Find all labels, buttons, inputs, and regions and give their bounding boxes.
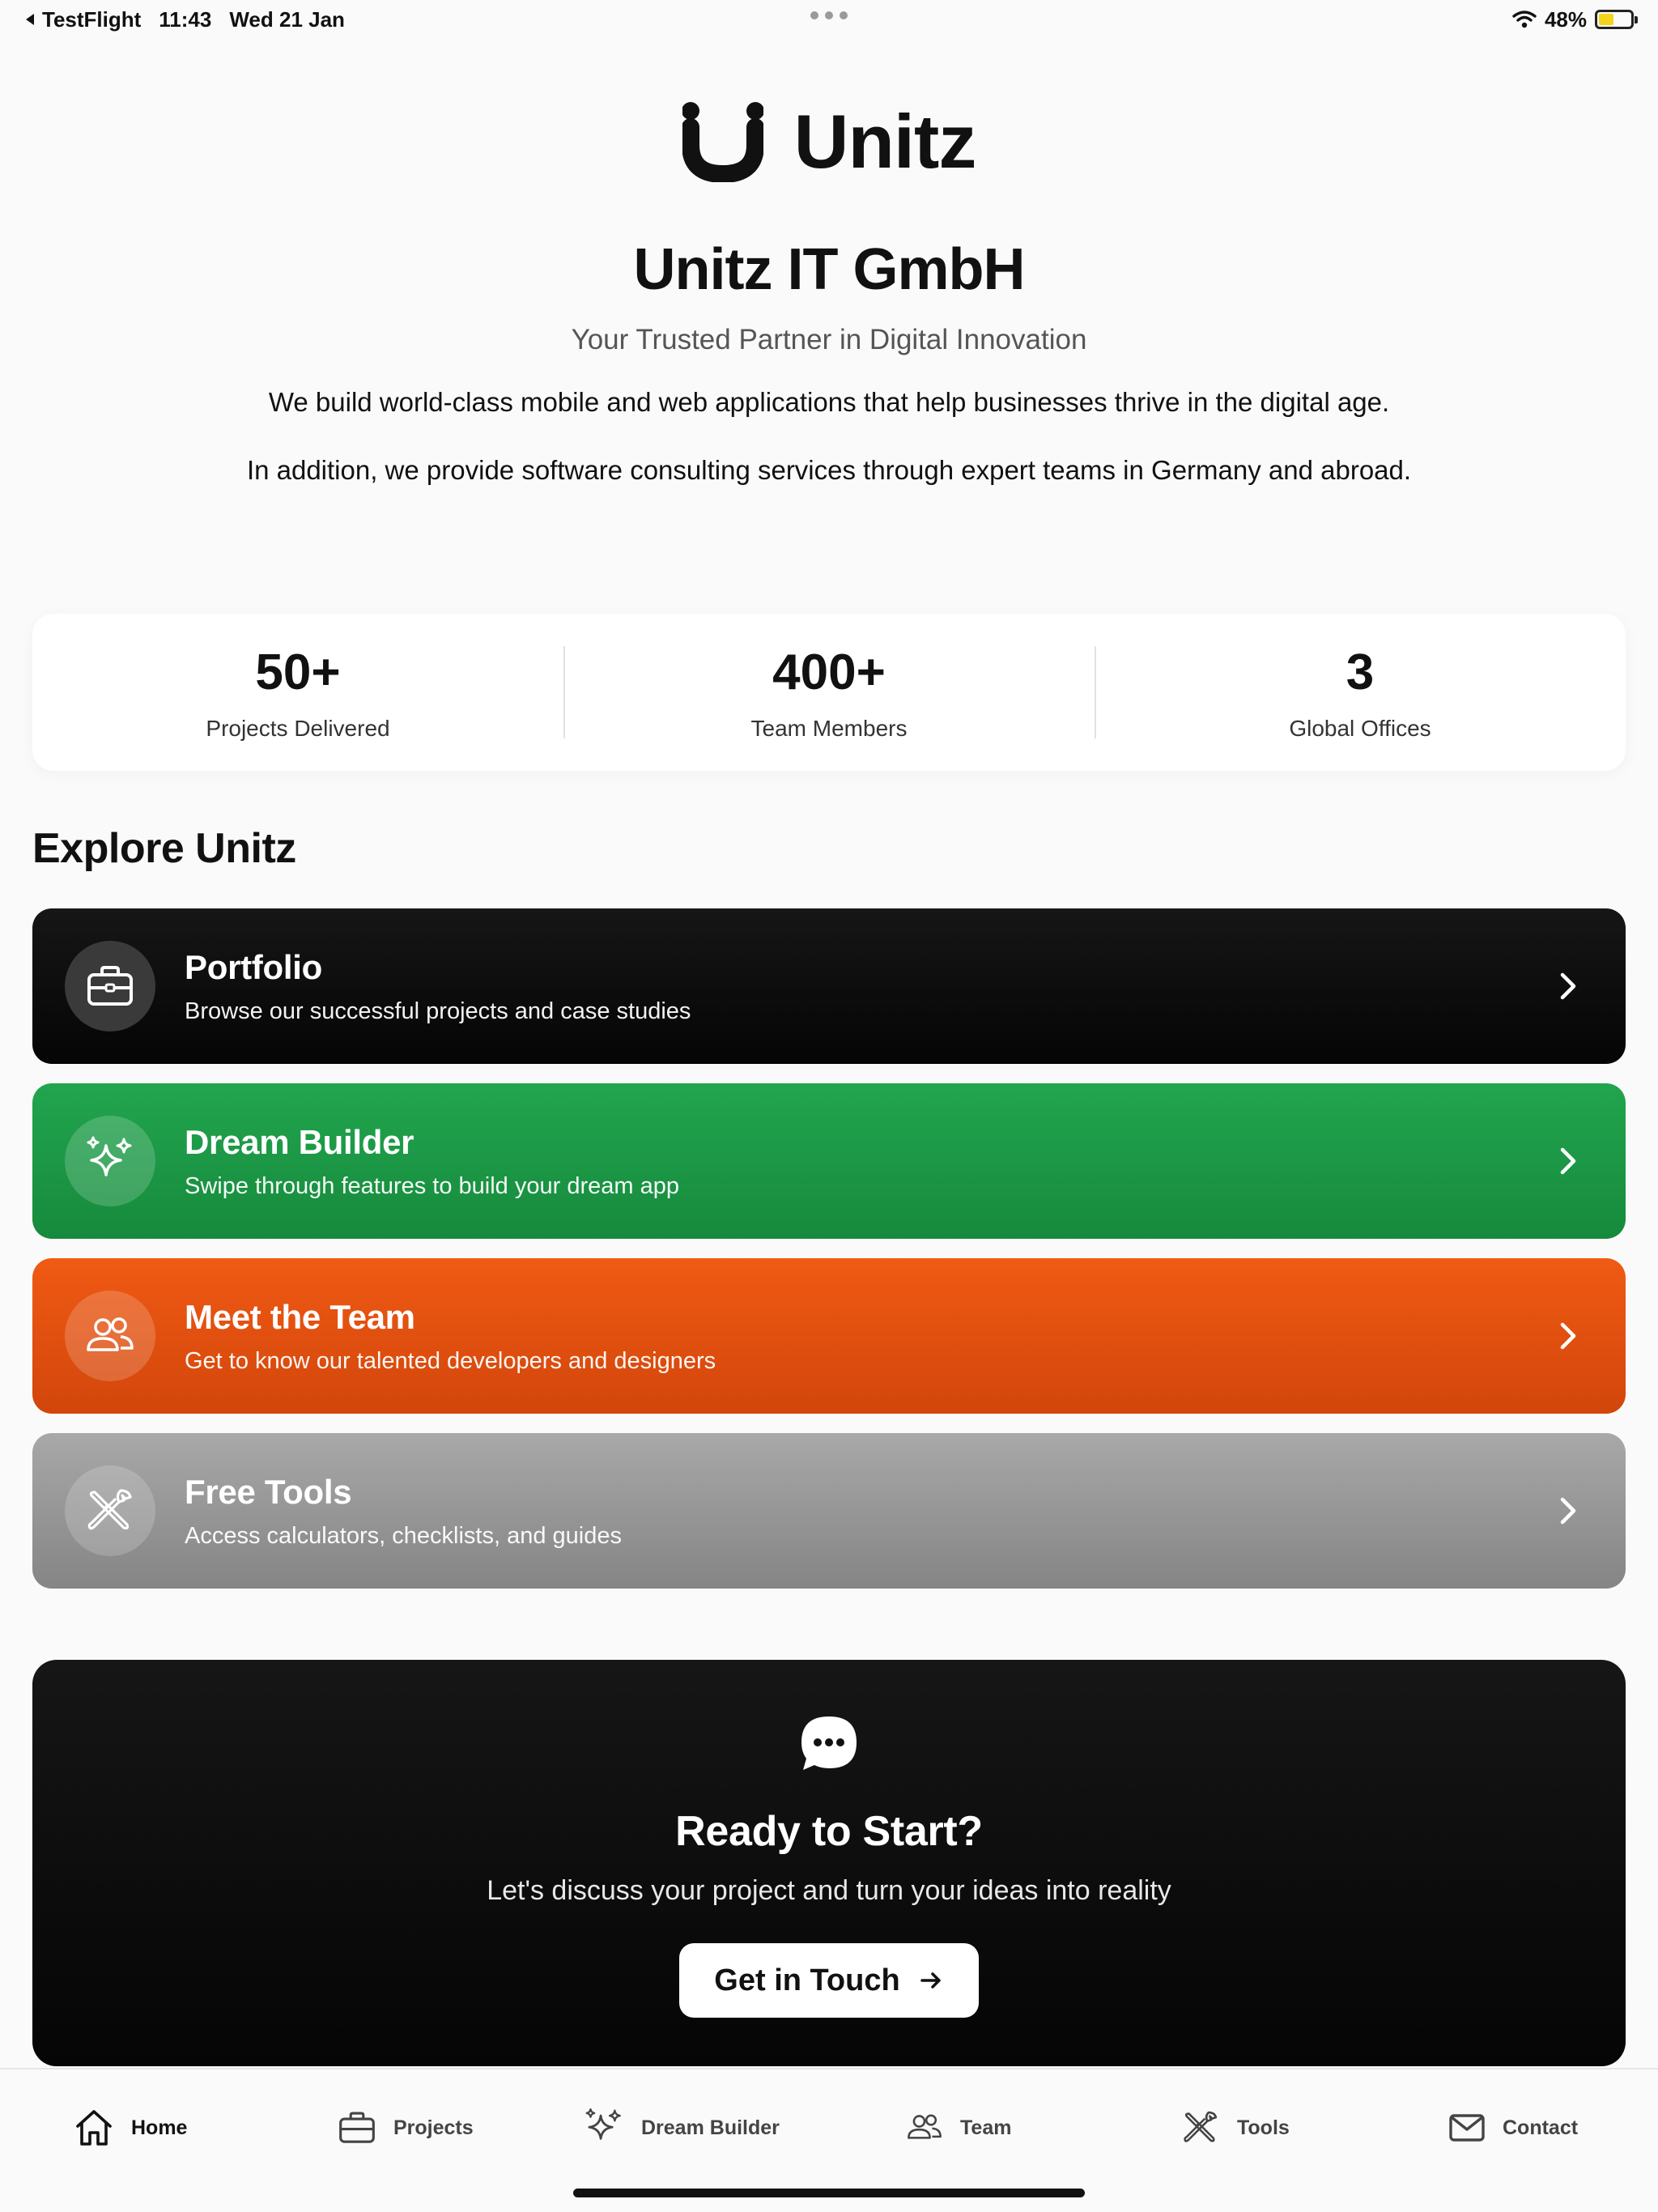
cta-section: Ready to Start? Let's discuss your proje… bbox=[32, 1660, 1626, 2066]
status-bar: TestFlight 11:43 Wed 21 Jan 48% bbox=[0, 0, 1658, 39]
description-secondary: In addition, we provide software consult… bbox=[246, 455, 1412, 485]
card-title: Free Tools bbox=[185, 1472, 352, 1511]
tab-home[interactable]: Home bbox=[73, 2105, 187, 2150]
stat-value: 50+ bbox=[255, 644, 341, 700]
card-title: Portfolio bbox=[185, 947, 322, 986]
card-icon-circle bbox=[65, 1116, 155, 1206]
logo-wordmark: Unitz bbox=[793, 99, 977, 184]
stat-value: 400+ bbox=[772, 644, 886, 700]
card-subtitle: Get to know our talented developers and … bbox=[185, 1347, 716, 1374]
cta-title: Ready to Start? bbox=[675, 1808, 983, 1855]
meet-the-team-card[interactable]: Meet the Team Get to know our talented d… bbox=[32, 1258, 1626, 1414]
back-app-label: TestFlight bbox=[42, 6, 142, 32]
tab-label: Home bbox=[131, 2116, 188, 2139]
dream-builder-card[interactable]: Dream Builder Swipe through features to … bbox=[32, 1083, 1626, 1239]
status-time: 11:43 bbox=[159, 6, 212, 32]
section-title-explore: Explore Unitz bbox=[32, 825, 296, 872]
tab-label: Projects bbox=[393, 2116, 474, 2139]
description-primary: We build world-class mobile and web appl… bbox=[268, 387, 1390, 417]
stat-label: Projects Delivered bbox=[206, 716, 390, 741]
chevron-right-icon bbox=[1560, 1497, 1576, 1525]
mail-icon bbox=[1449, 2114, 1485, 2142]
home-icon bbox=[76, 2110, 112, 2146]
tab-label: Tools bbox=[1237, 2116, 1290, 2139]
users-icon bbox=[87, 1317, 134, 1351]
tab-projects[interactable]: Projects bbox=[337, 2105, 474, 2150]
tab-label: Contact bbox=[1503, 2116, 1579, 2139]
sparkles-icon bbox=[87, 1136, 132, 1176]
tools-icon bbox=[1184, 2111, 1218, 2142]
tab-team[interactable]: Team bbox=[905, 2105, 1011, 2150]
multitasking-dots[interactable] bbox=[810, 11, 848, 19]
stat-projects: 50+ Projects Delivered bbox=[32, 614, 563, 771]
tools-icon bbox=[87, 1489, 132, 1530]
back-to-app-button[interactable]: TestFlight bbox=[24, 7, 141, 32]
card-subtitle: Access calculators, checklists, and guid… bbox=[185, 1522, 622, 1549]
get-in-touch-label: Get in Touch bbox=[714, 1963, 900, 1997]
sparkles-icon bbox=[585, 2108, 621, 2140]
wifi-icon bbox=[1512, 11, 1537, 28]
tab-dream-builder[interactable]: Dream Builder bbox=[583, 2105, 780, 2150]
chat-bubble-icon bbox=[801, 1716, 857, 1770]
portfolio-card[interactable]: Portfolio Browse our successful projects… bbox=[32, 908, 1626, 1064]
stat-value: 3 bbox=[1346, 644, 1375, 700]
card-icon-circle bbox=[65, 1465, 155, 1556]
cta-subtitle: Let's discuss your project and turn your… bbox=[487, 1875, 1171, 1906]
stat-offices: 3 Global Offices bbox=[1095, 614, 1626, 771]
stats-panel: 50+ Projects Delivered 400+ Team Members… bbox=[32, 614, 1626, 771]
card-title: Meet the Team bbox=[185, 1297, 415, 1336]
tab-tools[interactable]: Tools bbox=[1180, 2105, 1290, 2150]
users-icon bbox=[908, 2114, 942, 2139]
card-subtitle: Browse our successful projects and case … bbox=[185, 998, 691, 1024]
hero-section: Unitz Unitz IT GmbH Your Trusted Partner… bbox=[0, 97, 1658, 486]
stat-label: Team Members bbox=[750, 716, 908, 741]
card-icon-circle bbox=[65, 1291, 155, 1381]
home-indicator[interactable] bbox=[573, 2189, 1085, 2197]
stat-team-members: 400+ Team Members bbox=[563, 614, 1095, 771]
unitz-logo-mark bbox=[682, 102, 763, 182]
arrow-right-icon bbox=[920, 1972, 941, 1989]
get-in-touch-button[interactable]: Get in Touch bbox=[679, 1943, 979, 2018]
stat-label: Global Offices bbox=[1289, 716, 1431, 741]
briefcase-icon bbox=[87, 966, 133, 1006]
card-title: Dream Builder bbox=[185, 1122, 414, 1161]
card-icon-circle bbox=[65, 941, 155, 1032]
battery-percent: 48% bbox=[1544, 6, 1587, 32]
briefcase-icon bbox=[339, 2112, 375, 2143]
chevron-right-icon bbox=[1560, 1322, 1576, 1350]
logo: Unitz bbox=[0, 97, 1658, 186]
tagline: Your Trusted Partner in Digital Innovati… bbox=[571, 324, 1087, 355]
back-triangle-icon bbox=[26, 14, 34, 25]
company-name: Unitz IT GmbH bbox=[633, 237, 1026, 302]
free-tools-card[interactable]: Free Tools Access calculators, checklist… bbox=[32, 1433, 1626, 1589]
tab-contact[interactable]: Contact bbox=[1448, 2105, 1578, 2150]
tab-label: Dream Builder bbox=[641, 2116, 780, 2139]
card-subtitle: Swipe through features to build your dre… bbox=[185, 1172, 679, 1199]
chevron-right-icon bbox=[1560, 1147, 1576, 1175]
chevron-right-icon bbox=[1560, 972, 1576, 1000]
status-date: Wed 21 Jan bbox=[229, 6, 345, 32]
tab-label: Team bbox=[960, 2116, 1012, 2139]
battery-icon bbox=[1595, 10, 1638, 29]
